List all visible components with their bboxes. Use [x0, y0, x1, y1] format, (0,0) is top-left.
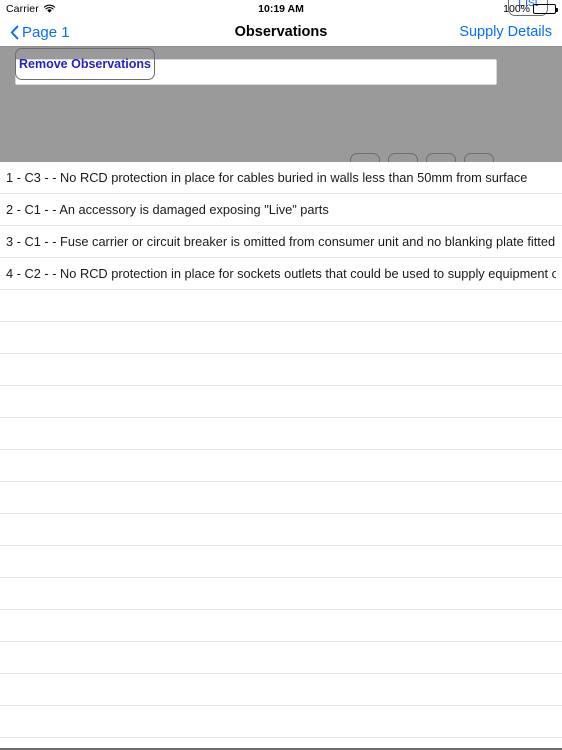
table-row[interactable] — [0, 610, 562, 642]
table-row[interactable]: 1 - C3 - - No RCD protection in place fo… — [0, 162, 562, 194]
carrier-label: Carrier — [6, 3, 39, 15]
table-row[interactable] — [0, 386, 562, 418]
status-bar-time: 10:19 AM — [258, 3, 304, 15]
table-row[interactable] — [0, 642, 562, 674]
observation-text: 4 - C2 - - No RCD protection in place fo… — [6, 266, 556, 281]
table-row[interactable] — [0, 354, 562, 386]
back-button[interactable]: Page 1 — [10, 24, 70, 41]
observation-text: 2 - C1 - - An accessory is damaged expos… — [6, 202, 329, 217]
wifi-icon — [43, 4, 56, 14]
table-row[interactable]: 2 - C1 - - An accessory is damaged expos… — [0, 194, 562, 226]
table-row[interactable] — [0, 706, 562, 738]
observation-text: 3 - C1 - - Fuse carrier or circuit break… — [6, 234, 556, 249]
status-bar-right: 100% — [503, 3, 558, 15]
observation-text: 1 - C3 - - No RCD protection in place fo… — [6, 170, 528, 185]
table-row[interactable] — [0, 322, 562, 354]
table-row[interactable] — [0, 514, 562, 546]
navigation-bar: Page 1 Observations Supply Details — [0, 18, 562, 46]
table-row[interactable] — [0, 482, 562, 514]
status-bar: Carrier 10:19 AM 100% — [0, 0, 562, 18]
supply-details-button[interactable]: Supply Details — [459, 24, 552, 40]
toolbar: List Remove Observations FI C1 C2 C3 — [0, 0, 562, 185]
table-row[interactable] — [0, 674, 562, 706]
observations-table: 1 - C3 - - No RCD protection in place fo… — [0, 162, 562, 750]
back-button-label: Page 1 — [22, 23, 70, 41]
app-screen: Carrier 10:19 AM 100% Page 1 Observation… — [0, 0, 562, 750]
chevron-left-icon — [10, 25, 19, 40]
remove-observations-button[interactable]: Remove Observations — [15, 48, 155, 80]
table-row[interactable] — [0, 450, 562, 482]
battery-full-icon — [533, 4, 558, 14]
battery-percent-label: 100% — [503, 3, 530, 15]
table-row[interactable]: 3 - C1 - - Fuse carrier or circuit break… — [0, 226, 562, 258]
table-row[interactable]: 4 - C2 - - No RCD protection in place fo… — [0, 258, 562, 290]
table-row[interactable] — [0, 290, 562, 322]
table-row[interactable] — [0, 546, 562, 578]
table-row[interactable] — [0, 418, 562, 450]
table-row[interactable] — [0, 578, 562, 610]
status-bar-left: Carrier — [6, 3, 56, 15]
